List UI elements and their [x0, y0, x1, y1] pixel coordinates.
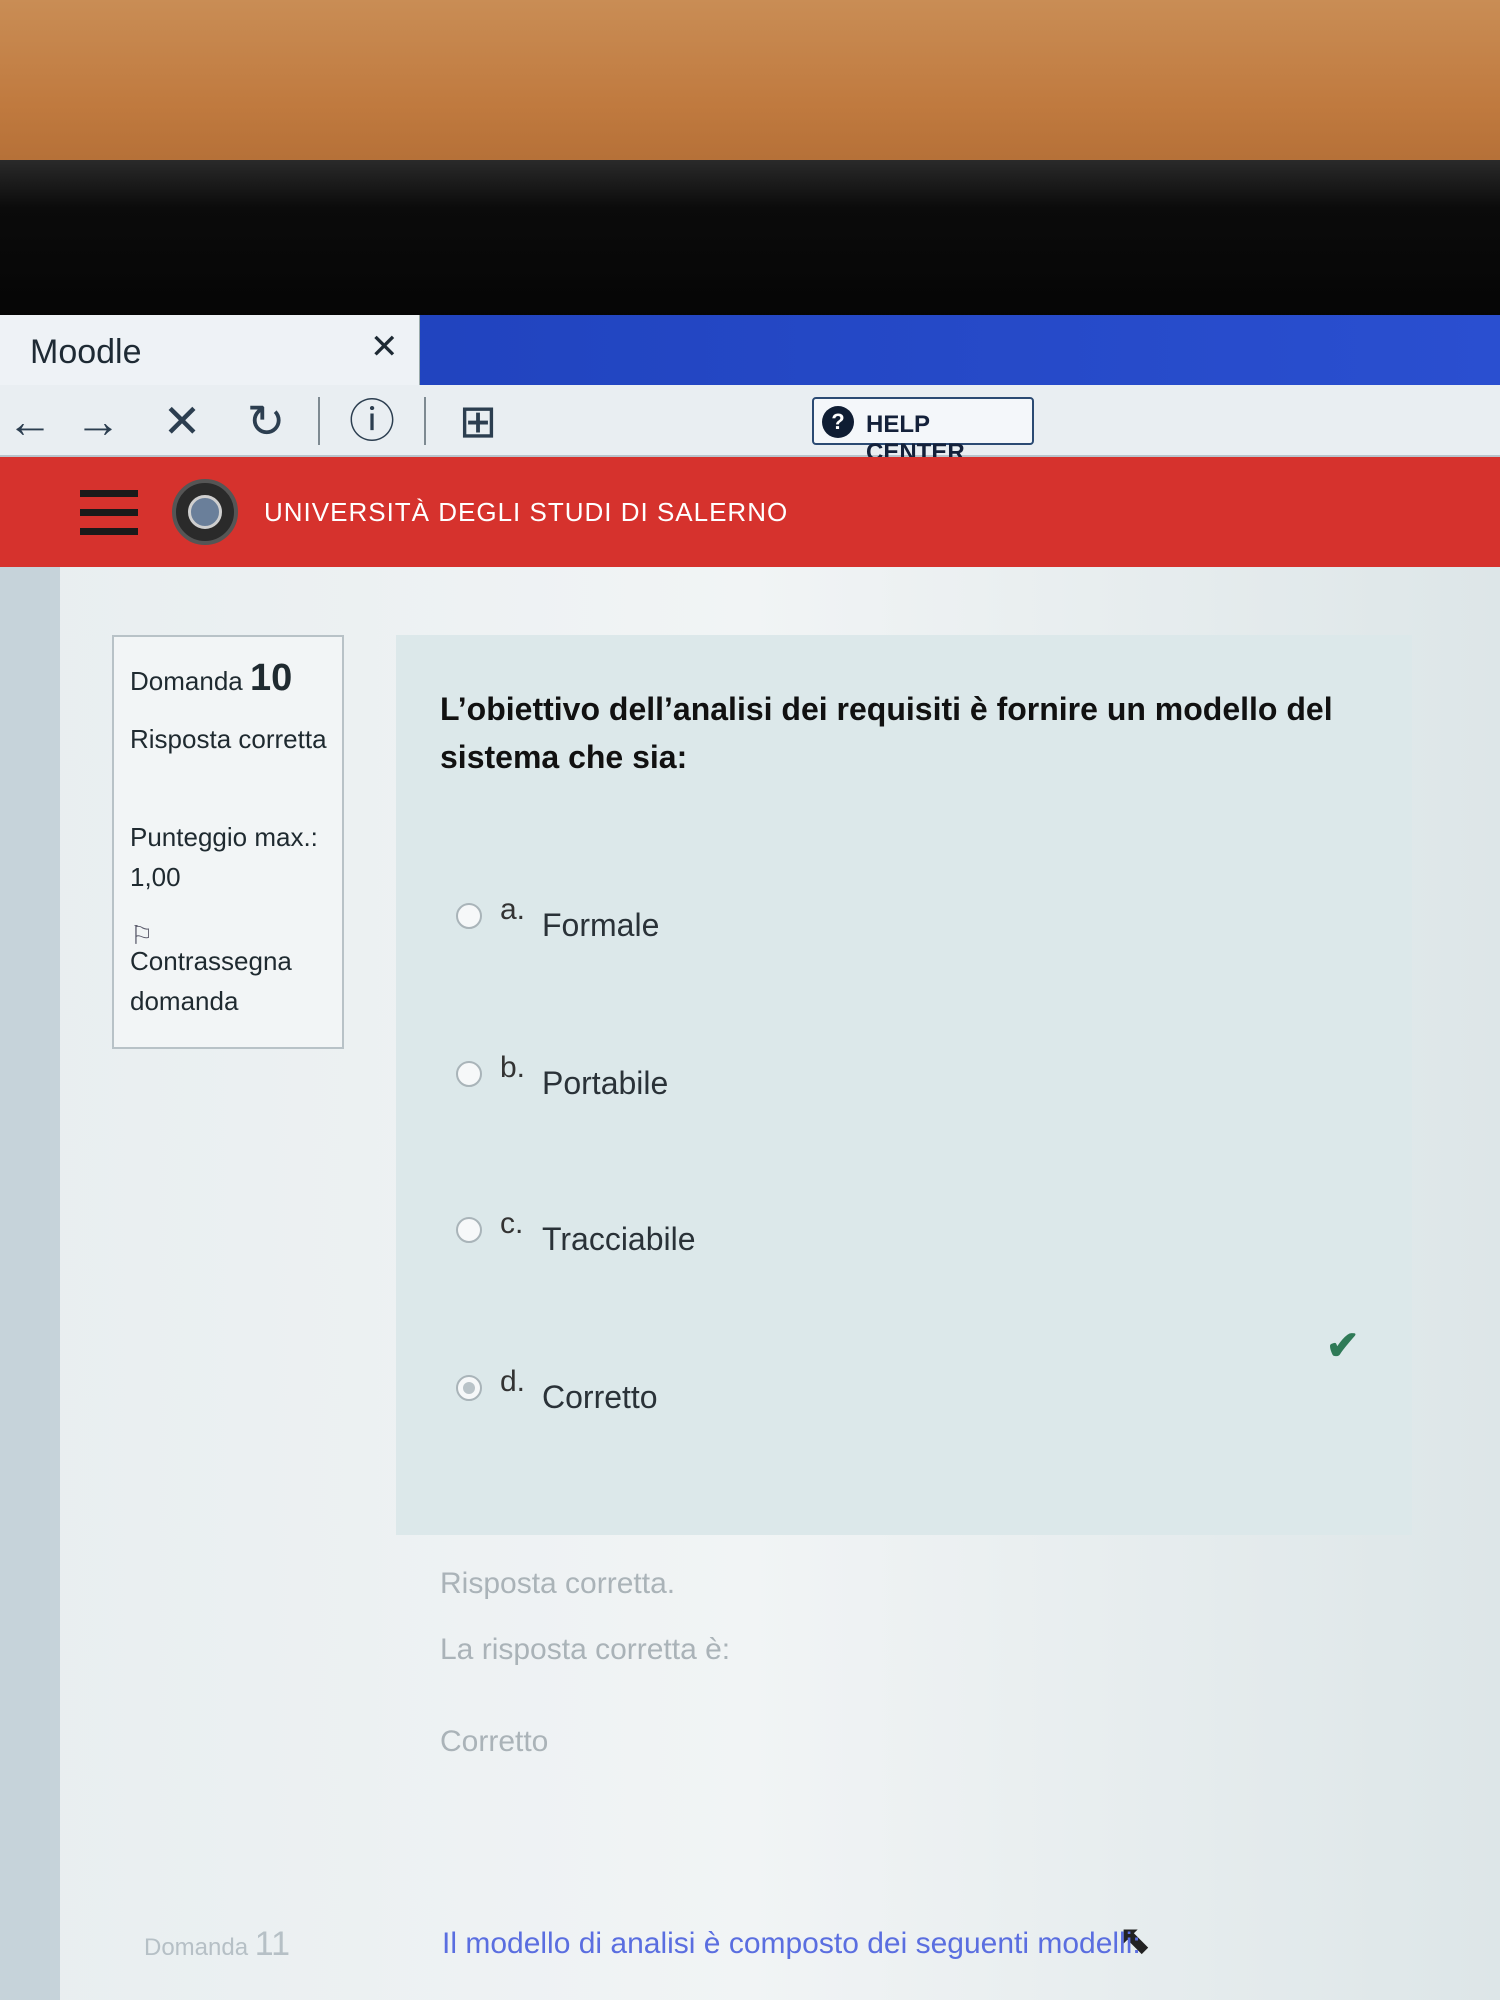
flag-question-link[interactable]: ⚐ Contrassegna domanda: [130, 915, 330, 1021]
answer-option-c[interactable]: c. Tracciabile: [456, 1207, 1156, 1267]
tab-strip: Moodle ✕: [0, 315, 1500, 387]
next-question-text: Il modello di analisi è composto dei seg…: [442, 1927, 1141, 1960]
toolbar-divider: [424, 397, 426, 445]
desk-background: [0, 0, 1500, 175]
option-letter: c.: [500, 1207, 524, 1240]
university-seal-logo[interactable]: [172, 479, 238, 545]
tab-moodle[interactable]: Moodle ✕: [0, 315, 420, 387]
hamburger-menu-icon[interactable]: [80, 490, 138, 536]
question-content: L’obiettivo dell’analisi dei requisiti è…: [396, 635, 1412, 1535]
forward-arrow-icon[interactable]: →: [68, 393, 128, 449]
university-name[interactable]: UNIVERSITÀ DEGLI STUDI DI SALERNO: [264, 497, 788, 528]
question-number-value: 10: [249, 657, 293, 699]
question-label: Domanda: [130, 666, 243, 696]
right-answer-intro: La risposta corretta è:: [440, 1633, 731, 1666]
radio-button[interactable]: [456, 1217, 482, 1243]
tab-title: Moodle: [30, 333, 142, 371]
question-mark-icon: ?: [822, 406, 854, 438]
option-letter: b.: [500, 1051, 526, 1084]
answer-option-d[interactable]: d. Corretto: [456, 1365, 1156, 1425]
right-answer-value: Corretto: [440, 1725, 549, 1758]
answer-option-b[interactable]: b. Portabile: [456, 1051, 1156, 1111]
radio-button[interactable]: [456, 1061, 482, 1087]
site-header: UNIVERSITÀ DEGLI STUDI DI SALERNO: [0, 457, 1500, 567]
question-grade: Punteggio max.: 1,00: [130, 822, 318, 892]
option-label: Corretto: [542, 1379, 658, 1415]
help-center-button[interactable]: ? HELP CENTER: [812, 397, 1034, 466]
answer-option-a[interactable]: a. Formale: [456, 893, 1156, 953]
option-letter: a.: [500, 893, 526, 926]
page-action-icon[interactable]: ⊞: [448, 393, 508, 449]
correct-check-icon: ✔: [1326, 1324, 1360, 1368]
reload-icon[interactable]: ↻: [236, 393, 296, 449]
quiz-page: Domanda 10 Risposta corretta Punteggio m…: [0, 567, 1500, 2000]
question-info-panel: Domanda 10 Risposta corretta Punteggio m…: [112, 635, 344, 1049]
option-letter: d.: [500, 1365, 526, 1398]
radio-button-selected[interactable]: [456, 1375, 482, 1401]
feedback-state: Risposta corretta.: [440, 1567, 676, 1600]
flag-icon: ⚐: [130, 920, 154, 950]
option-label: Tracciabile: [542, 1221, 696, 1257]
next-question-number: Domanda 11: [144, 1925, 290, 1964]
option-label: Portabile: [542, 1065, 669, 1101]
back-arrow-icon[interactable]: ←: [0, 393, 60, 449]
toolbar-divider: [318, 397, 320, 445]
stop-icon[interactable]: ✕: [152, 393, 212, 449]
next-question-label: Domanda: [144, 1934, 249, 1961]
radio-button[interactable]: [456, 903, 482, 929]
monitor-bezel: [0, 160, 1500, 320]
next-question-number-value: 11: [254, 1925, 291, 1963]
browser-toolbar: ← → ✕ ↻ ⓘ ⊞: [0, 385, 1500, 457]
close-icon[interactable]: ✕: [370, 327, 399, 367]
left-rail: [0, 567, 60, 2000]
option-label: Formale: [542, 907, 660, 943]
info-icon[interactable]: ⓘ: [342, 393, 402, 449]
screen: Moodle ✕ ← → ✕ ↻ ⓘ ⊞ ? HELP CENTER UNIVE…: [0, 315, 1500, 2000]
flag-label: Contrassegna domanda: [130, 946, 292, 1016]
question-text: L’obiettivo dell’analisi dei requisiti è…: [440, 691, 1333, 775]
question-number: Domanda 10: [130, 657, 292, 700]
question-state: Risposta corretta: [130, 724, 327, 754]
